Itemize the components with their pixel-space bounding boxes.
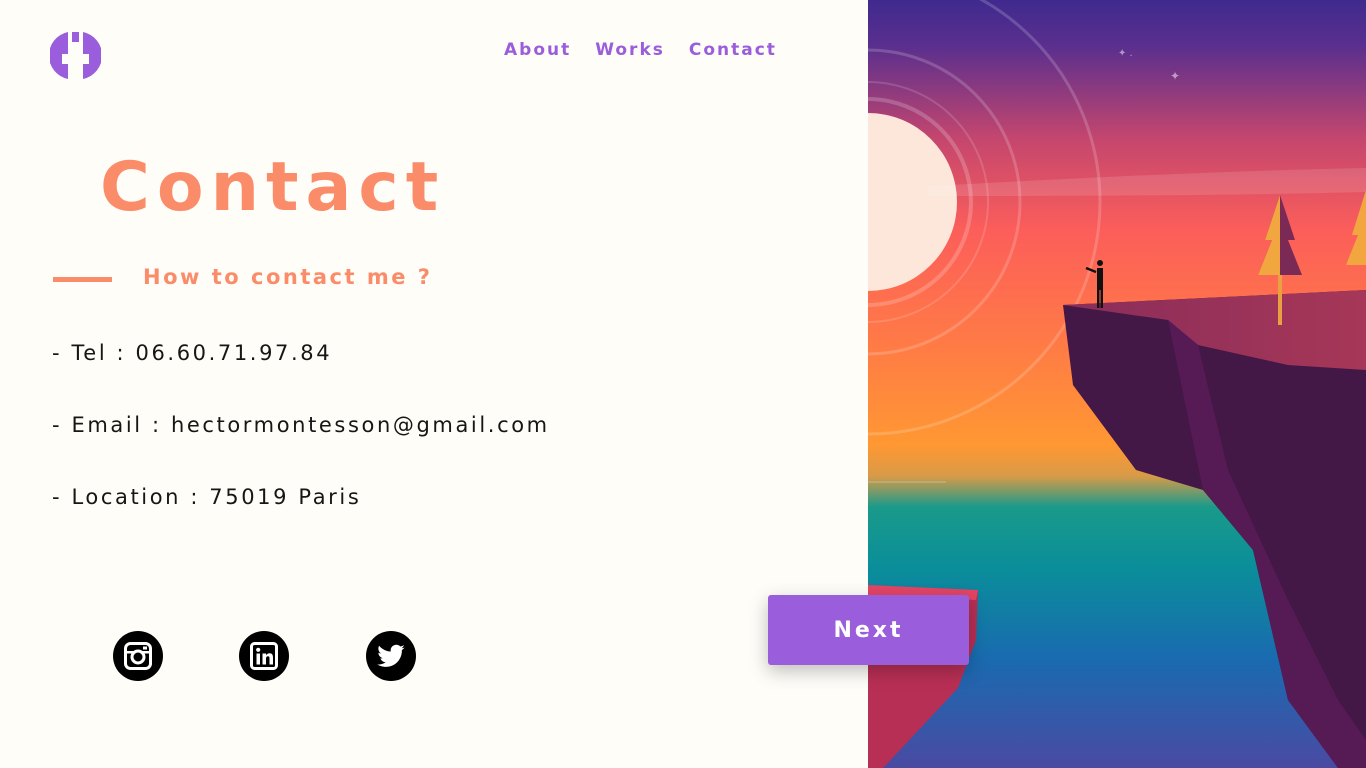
subtitle-divider [53, 277, 112, 282]
svg-text:✦: ✦ [1170, 69, 1180, 83]
nav-item-works[interactable]: Works [595, 40, 665, 60]
main-nav: About Works Contact [504, 40, 777, 60]
content-panel: About Works Contact Contact How to conta… [0, 0, 868, 768]
svg-text:✦ .: ✦ . [1118, 48, 1133, 59]
logo[interactable] [48, 30, 103, 81]
linkedin-icon [250, 642, 278, 670]
twitter-link[interactable] [366, 631, 416, 681]
twitter-icon [377, 644, 405, 667]
page-subtitle: How to contact me ? [143, 265, 433, 289]
linkedin-link[interactable] [239, 631, 289, 681]
logo-icon [48, 32, 103, 79]
page-title: Contact [100, 148, 446, 227]
next-button[interactable]: Next [768, 595, 969, 665]
nav-item-contact[interactable]: Contact [689, 40, 777, 60]
contact-location: - Location : 75019 Paris [52, 485, 362, 509]
instagram-icon [124, 642, 152, 670]
contact-email: - Email : hectormontesson@gmail.com [52, 413, 550, 437]
instagram-link[interactable] [113, 631, 163, 681]
contact-tel: - Tel : 06.60.71.97.84 [52, 341, 333, 365]
nav-item-about[interactable]: About [504, 40, 571, 60]
